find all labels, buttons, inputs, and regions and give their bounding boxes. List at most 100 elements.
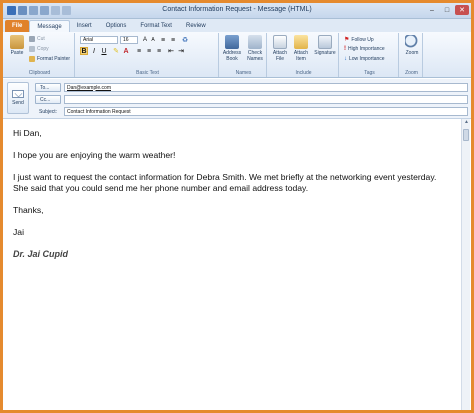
low-importance-button[interactable]: ↓ Low Importance — [344, 56, 385, 62]
include-group: Attach File Attach Item Signature Includ… — [269, 33, 339, 77]
zoom-button[interactable]: Zoom — [403, 35, 421, 56]
address-book-label: Address Book — [222, 50, 242, 62]
signature-icon — [318, 35, 332, 49]
low-importance-label: Low Importance — [349, 56, 385, 62]
format-painter-label: Format Painter — [37, 56, 71, 62]
decrease-indent-icon[interactable]: ⇤ — [167, 47, 175, 55]
signature-button[interactable]: Signature — [312, 35, 338, 56]
paste-label: Paste — [10, 50, 24, 56]
message-body[interactable]: Hi Dan, I hope you are enjoying the warm… — [3, 119, 461, 410]
underline-button[interactable]: U — [100, 47, 108, 55]
grow-font-icon[interactable]: A — [141, 36, 149, 44]
bold-button[interactable]: B — [80, 47, 88, 55]
window-title: Contact Information Request - Message (H… — [162, 6, 312, 13]
signature: Dr. Jai Cupid — [13, 249, 69, 259]
align-right-icon[interactable]: ≡ — [155, 47, 163, 55]
copy-label: Copy — [37, 46, 49, 52]
close-button[interactable]: ✕ — [455, 5, 469, 15]
scroll-up-icon[interactable]: ▲ — [462, 119, 471, 127]
send-button[interactable]: Send — [7, 82, 29, 114]
title-bar: Contact Information Request - Message (H… — [3, 3, 471, 19]
tab-options[interactable]: Options — [99, 20, 134, 32]
paperclip-icon — [273, 35, 287, 49]
scroll-thumb[interactable] — [463, 129, 469, 141]
exclamation-icon: ! — [344, 46, 346, 52]
tab-file[interactable]: File — [5, 20, 30, 32]
address-book-button[interactable]: Address Book — [222, 35, 242, 62]
format-painter-button[interactable]: Format Painter — [29, 56, 70, 62]
high-importance-label: High Importance — [348, 46, 385, 52]
address-book-icon — [225, 35, 239, 49]
copy-button[interactable]: Copy — [29, 46, 49, 52]
numbering-icon[interactable]: ≡ — [169, 36, 177, 44]
basic-text-group-label: Basic Text — [136, 70, 159, 76]
envelope-icon — [294, 35, 308, 49]
tab-message[interactable]: Message — [29, 20, 70, 32]
tags-group-label: Tags — [364, 70, 375, 76]
send-label: Send — [12, 100, 24, 106]
follow-up-label: Follow Up — [351, 36, 374, 43]
to-recipient: Dan@example.com — [67, 84, 111, 91]
copy-icon — [29, 46, 35, 52]
message-header: Send To... Dan@example.com Cc... Subject… — [3, 79, 471, 119]
body-line-request: I just want to request the contact infor… — [13, 172, 437, 193]
italic-button[interactable]: I — [90, 47, 98, 55]
align-center-icon[interactable]: ≡ — [145, 47, 153, 55]
include-group-label: Include — [295, 70, 312, 76]
scissors-icon — [29, 36, 35, 42]
font-color-icon[interactable]: A — [122, 47, 130, 55]
attach-item-label: Attach Item — [293, 50, 309, 62]
subject-field[interactable]: Contact Information Request — [64, 107, 468, 116]
subject-label: Subject: — [39, 109, 58, 115]
attach-file-button[interactable]: Attach File — [270, 35, 290, 62]
sender-name: Jai — [13, 227, 24, 237]
paintbrush-icon — [29, 56, 35, 62]
tags-group: ⚑ Follow Up ! High Importance ↓ Low Impo… — [341, 33, 399, 77]
shrink-font-icon[interactable]: A — [149, 36, 157, 44]
cc-field[interactable] — [64, 95, 468, 104]
tab-format-text[interactable]: Format Text — [133, 20, 179, 32]
follow-up-button[interactable]: ⚑ Follow Up — [344, 36, 374, 44]
outlook-message-window: Contact Information Request - Message (H… — [0, 0, 474, 413]
cc-button[interactable]: Cc... — [35, 95, 61, 104]
flag-icon: ⚑ — [344, 37, 350, 43]
closing: Thanks, — [13, 205, 44, 215]
to-button[interactable]: To... — [35, 83, 61, 92]
ribbon: Paste Cut Copy Format Painter Clipboard … — [3, 32, 471, 78]
cut-button[interactable]: Cut — [29, 36, 45, 42]
paste-button[interactable]: Paste — [7, 35, 27, 56]
zoom-label: Zoom — [405, 50, 419, 56]
down-arrow-importance-icon: ↓ — [344, 56, 347, 62]
increase-indent-icon[interactable]: ⇥ — [177, 47, 185, 55]
check-names-button[interactable]: Check Names — [244, 35, 266, 62]
zoom-group-label: Zoom — [405, 70, 418, 76]
maximize-button[interactable]: □ — [440, 5, 454, 15]
clipboard-icon — [10, 35, 24, 49]
check-names-icon — [248, 35, 262, 49]
attach-file-label: Attach File — [272, 50, 288, 62]
window-controls: – □ ✕ — [425, 5, 469, 15]
minimize-button[interactable]: – — [425, 5, 439, 15]
align-left-icon[interactable]: ≡ — [135, 47, 143, 55]
basic-text-group: Arial 16 A A ≡ ≡ ♻ B I U ✎ A ≡ ≡ ≡ ⇤ ⇥ B… — [77, 33, 219, 77]
highlight-icon[interactable]: ✎ — [112, 47, 120, 55]
high-importance-button[interactable]: ! High Importance — [344, 46, 385, 52]
clear-format-icon[interactable]: ♻ — [181, 36, 189, 44]
tab-review[interactable]: Review — [179, 20, 213, 32]
font-size-select[interactable]: 16 — [120, 36, 138, 44]
clipboard-group-label: Clipboard — [28, 70, 51, 76]
attach-item-button[interactable]: Attach Item — [291, 35, 311, 62]
greeting: Hi Dan, — [13, 128, 42, 138]
signature-label: Signature — [314, 50, 336, 56]
vertical-scrollbar[interactable]: ▲ — [461, 119, 470, 410]
magnifier-icon — [405, 35, 419, 49]
clipboard-group: Paste Cut Copy Format Painter Clipboard — [5, 33, 75, 77]
to-field[interactable]: Dan@example.com — [64, 83, 468, 92]
ribbon-tabs: File Message Insert Options Format Text … — [3, 19, 471, 32]
send-envelope-icon — [12, 90, 24, 98]
bullets-icon[interactable]: ≡ — [159, 36, 167, 44]
check-names-label: Check Names — [247, 50, 263, 62]
names-group-label: Names — [235, 70, 252, 76]
tab-insert[interactable]: Insert — [70, 20, 99, 32]
font-name-select[interactable]: Arial — [80, 36, 118, 44]
